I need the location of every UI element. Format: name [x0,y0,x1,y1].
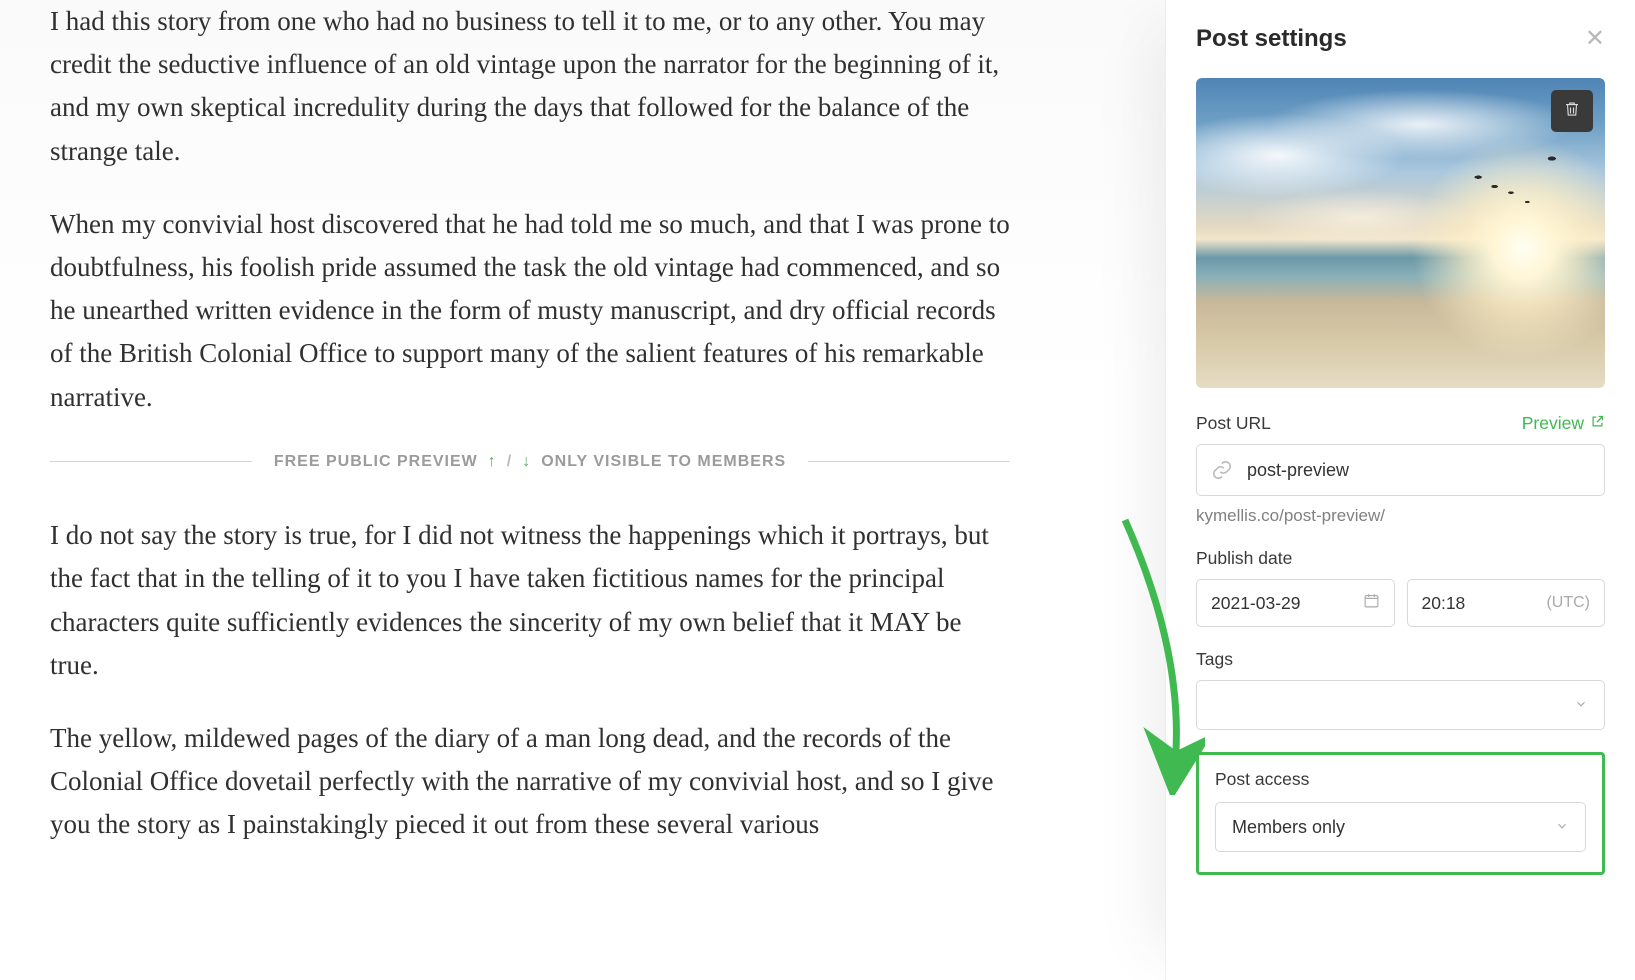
content-visibility-divider: FREE PUBLIC PREVIEW ↑ / ↓ ONLY VISIBLE T… [50,449,1010,475]
preview-link[interactable]: Preview [1522,413,1605,434]
divider-line [808,461,1010,462]
external-link-icon [1590,413,1605,434]
paragraph[interactable]: I do not say the story is true, for I di… [50,514,1010,687]
panel-header: Post settings ✕ [1196,25,1605,53]
divider-slash: / [507,449,512,475]
post-body[interactable]: I had this story from one who had no bus… [50,0,1010,847]
paragraph[interactable]: I had this story from one who had no bus… [50,0,1010,173]
arrow-down-icon: ↓ [522,449,531,475]
post-url-label: Post URL [1196,413,1271,434]
publish-time-value: 20:18 [1422,593,1466,614]
preview-link-text: Preview [1522,413,1584,434]
publish-date-input[interactable]: 2021-03-29 [1196,579,1395,627]
divider-text: FREE PUBLIC PREVIEW ↑ / ↓ ONLY VISIBLE T… [252,449,808,475]
post-access-select[interactable]: Members only [1215,802,1586,852]
post-access-highlight: Post access Members only [1196,752,1605,875]
paragraph[interactable]: The yellow, mildewed pages of the diary … [50,717,1010,847]
link-icon [1211,459,1233,481]
members-only-label: ONLY VISIBLE TO MEMBERS [541,449,786,475]
delete-image-button[interactable] [1551,90,1593,132]
tags-label: Tags [1196,649,1605,670]
utc-label: (UTC) [1546,594,1590,612]
post-access-value: Members only [1232,817,1345,838]
full-url-display: kymellis.co/post-preview/ [1196,506,1605,526]
tags-select[interactable] [1196,680,1605,730]
arrow-up-icon: ↑ [488,449,497,475]
public-preview-label: FREE PUBLIC PREVIEW [274,449,478,475]
close-icon[interactable]: ✕ [1585,27,1605,51]
chevron-down-icon [1555,817,1569,838]
divider-line [50,461,252,462]
calendar-icon [1363,592,1380,614]
panel-title: Post settings [1196,25,1347,53]
publish-date-field: Publish date 2021-03-29 20:18 (UTC) [1196,548,1605,627]
publish-time-input[interactable]: 20:18 (UTC) [1407,579,1606,627]
post-url-value: post-preview [1247,460,1590,481]
trash-icon [1563,99,1581,124]
publish-date-value: 2021-03-29 [1211,593,1301,614]
post-editor[interactable]: I had this story from one who had no bus… [0,0,1165,980]
post-access-label: Post access [1215,769,1586,790]
publish-date-label: Publish date [1196,548,1605,569]
chevron-down-icon [1574,695,1588,716]
post-url-field: Post URL Preview post-preview kymellis.c… [1196,413,1605,526]
tags-field: Tags [1196,649,1605,730]
app-root: I had this story from one who had no bus… [0,0,1635,980]
post-settings-panel: Post settings ✕ Post URL Preview [1165,0,1635,980]
paragraph[interactable]: When my convivial host discovered that h… [50,203,1010,419]
post-url-input[interactable]: post-preview [1196,444,1605,496]
feature-image[interactable] [1196,78,1605,388]
